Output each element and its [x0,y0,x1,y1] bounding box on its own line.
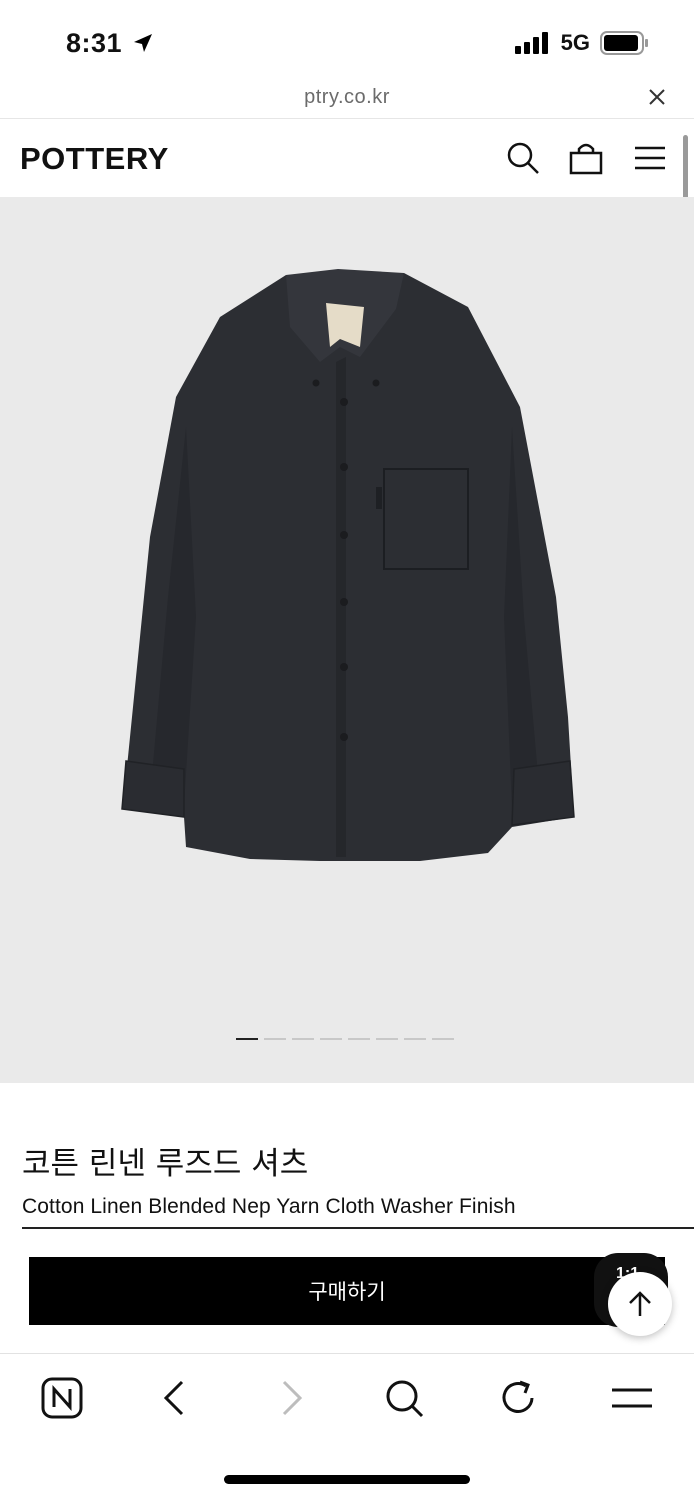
close-icon[interactable] [646,86,668,108]
title-divider [22,1227,694,1229]
network-type: 5G [560,30,590,55]
time-text: 8:31 [66,28,123,58]
slide-dot[interactable] [320,1038,342,1040]
slide-dot[interactable] [404,1038,426,1040]
product-image-gallery[interactable] [0,197,694,1083]
slide-dot[interactable] [376,1038,398,1040]
search-icon[interactable] [506,141,540,175]
product-title-korean: 코튼 린넨 루즈드 셔츠 [22,1146,309,1182]
battery-icon [600,31,648,55]
home-indicator [224,1475,470,1484]
slide-dot[interactable] [292,1038,314,1040]
signal-bars-icon [514,32,548,54]
url-text[interactable]: ptry.co.kr [0,86,694,109]
site-logo[interactable]: POTTERY [20,141,169,177]
refresh-icon[interactable] [496,1376,540,1420]
forward-icon[interactable] [268,1376,312,1420]
slide-dot[interactable] [432,1038,454,1040]
menu-icon[interactable] [610,1376,654,1420]
slide-dot[interactable] [264,1038,286,1040]
site-header: POTTERY [0,119,694,197]
slide-dot[interactable] [236,1038,258,1040]
scroll-to-top-button[interactable] [608,1272,672,1336]
status-indicators: 5G [514,30,650,56]
slide-indicator [236,1038,454,1040]
arrow-up-icon [629,1291,651,1316]
search-icon[interactable] [382,1376,426,1420]
browser-url-bar[interactable]: ptry.co.kr [0,78,694,119]
shopping-bag-icon[interactable] [569,141,603,175]
back-icon[interactable] [154,1376,198,1420]
buy-button-label: 구매하기 [308,1280,386,1304]
naver-home-icon[interactable] [40,1376,84,1420]
location-arrow-icon [134,34,153,52]
slide-dot[interactable] [348,1038,370,1040]
product-shirt-image [121,269,575,861]
product-title-english: Cotton Linen Blended Nep Yarn Cloth Wash… [22,1195,516,1218]
status-time: 8:31 [66,28,154,59]
buy-button[interactable]: 구매하기 [29,1257,665,1325]
hamburger-menu-icon[interactable] [633,141,667,175]
